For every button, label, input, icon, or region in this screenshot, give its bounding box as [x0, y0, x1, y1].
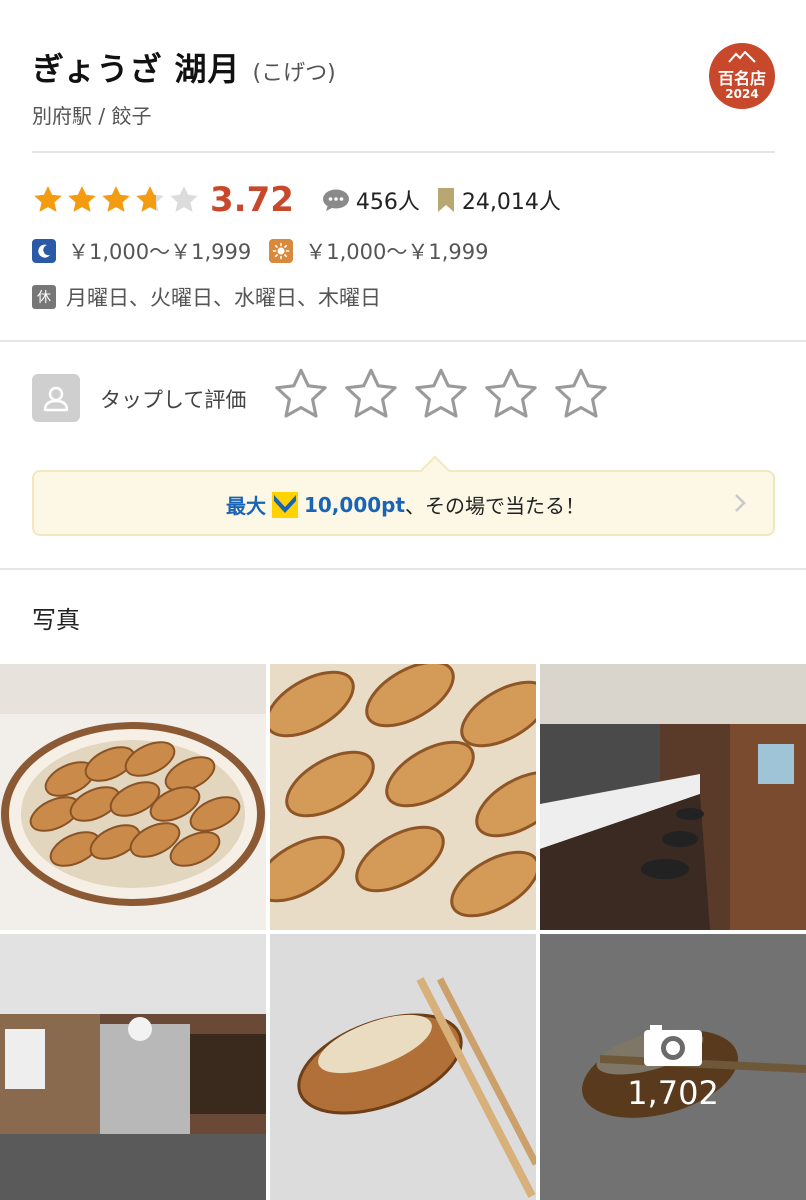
shop-kana: (こげつ) — [252, 61, 336, 86]
review-count[interactable]: 456人 — [322, 184, 420, 216]
award-label: 百名店 — [717, 69, 766, 88]
promo-suffix: 、その場で当たる！ — [405, 494, 586, 518]
points-promo-banner[interactable]: 最大 10,000pt 、その場で当たる！ — [32, 455, 777, 536]
shop-name: ぎょうざ 湖月 — [32, 50, 241, 88]
rate-stars — [272, 366, 622, 424]
photo-more[interactable]: 1,702 — [540, 934, 806, 1200]
shop-header: ぎょうざ 湖月 (こげつ) 別府駅 / 餃子 百名店 2024 3.72 456… — [0, 0, 806, 340]
bookmark-icon — [437, 188, 454, 212]
photo-shop-kitchen[interactable] — [0, 934, 266, 1200]
photo-shop-counter[interactable] — [540, 664, 806, 930]
chevron-right-icon — [735, 494, 746, 512]
star-icon — [102, 186, 130, 212]
t-point-logo-icon — [271, 491, 298, 518]
photo-gyoza-plate[interactable] — [0, 664, 266, 930]
photo-gyoza-closeup[interactable] — [270, 664, 536, 930]
section-divider — [0, 568, 806, 570]
rate-star-2[interactable] — [342, 366, 400, 424]
photo-grid: 1,702 — [0, 664, 806, 1200]
user-icon — [43, 386, 69, 412]
camera-icon — [644, 1025, 702, 1066]
user-rating-section: タップして評価 最大 10,000pt 、その場で当たる！ — [0, 342, 806, 568]
more-photos-overlay: 1,702 — [540, 934, 806, 1200]
star-empty-icon — [170, 186, 198, 212]
divider — [32, 151, 775, 153]
shop-subtitle[interactable]: 別府駅 / 餃子 — [32, 100, 151, 129]
hyakumeiten-badge[interactable]: 百名店 2024 — [709, 43, 775, 109]
rate-star-5[interactable] — [552, 366, 610, 424]
star-icon — [68, 186, 96, 212]
lunch-price: ￥1,000～￥1,999 — [305, 240, 489, 264]
tap-to-rate-label: タップして評価 — [100, 388, 247, 412]
rating-row: 3.72 456人 24,014人 — [32, 178, 561, 222]
closed-badge: 休 — [32, 285, 56, 309]
star-icon — [34, 186, 62, 212]
photos-section-title: 写真 — [32, 606, 80, 634]
promo-prefix: 最大 — [225, 494, 266, 518]
closed-days: 月曜日、火曜日、水曜日、木曜日 — [66, 286, 381, 310]
rate-star-1[interactable] — [272, 366, 330, 424]
award-year: 2024 — [725, 87, 759, 101]
bookmark-count-label: 24,014人 — [461, 190, 561, 215]
promo-points: 10,000pt — [303, 492, 406, 517]
promo-text: 最大 10,000pt 、その場で当たる！ — [34, 490, 777, 519]
review-count-label: 456人 — [355, 190, 420, 215]
mountain-icon — [728, 51, 756, 63]
moon-icon — [32, 239, 56, 263]
bookmark-count[interactable]: 24,014人 — [436, 184, 561, 216]
comment-icon — [322, 189, 349, 211]
photo-gyoza-chopsticks[interactable] — [270, 934, 536, 1200]
rate-star-4[interactable] — [482, 366, 540, 424]
rating-stars — [32, 184, 202, 216]
dinner-price: ￥1,000～￥1,999 — [68, 240, 252, 264]
avatar — [32, 374, 80, 422]
title-row: ぎょうざ 湖月 (こげつ) — [32, 44, 336, 90]
promo-caret — [419, 455, 451, 487]
rate-star-3[interactable] — [412, 366, 470, 424]
star-half-icon — [136, 186, 164, 212]
rating-score: 3.72 — [210, 180, 294, 220]
photo-count: 1,702 — [627, 1074, 719, 1112]
sun-icon — [269, 239, 294, 263]
closed-days-row: 休 月曜日、火曜日、水曜日、木曜日 — [32, 282, 381, 312]
price-row: ￥1,000～￥1,999 ￥1,000～￥1,999 — [32, 236, 489, 266]
